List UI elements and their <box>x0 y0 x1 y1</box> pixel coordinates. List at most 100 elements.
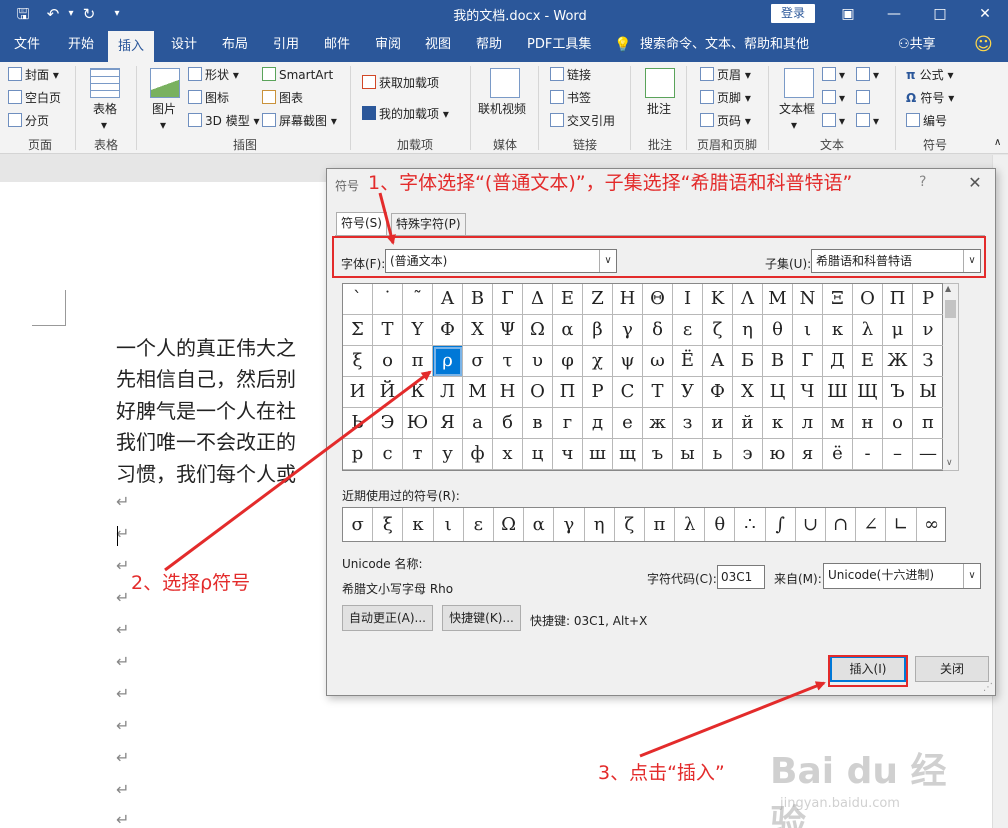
symbol-cell[interactable]: Ц <box>763 377 793 408</box>
icons-button[interactable]: 图标 <box>188 89 229 107</box>
share-button[interactable]: ⚇共享 <box>898 28 936 62</box>
symbol-cell[interactable]: Р <box>583 377 613 408</box>
recent-symbol-cell[interactable]: α <box>524 508 555 541</box>
customize-toolbar-icon[interactable]: ▾ <box>106 3 128 25</box>
symbol-cell[interactable]: ι <box>793 315 823 346</box>
numbering-button[interactable]: 编号 <box>906 112 947 130</box>
symbol-cell[interactable]: а <box>463 408 493 439</box>
symbol-cell[interactable]: ч <box>553 439 583 470</box>
link-button[interactable]: 链接 <box>550 66 591 84</box>
symbol-cell[interactable]: φ <box>553 346 583 377</box>
quick-parts-icon[interactable]: ▾ <box>822 66 845 84</box>
symbol-cell[interactable]: Ζ <box>583 284 613 315</box>
symbol-cell[interactable]: Ο <box>853 284 883 315</box>
symbol-cell[interactable]: Δ <box>523 284 553 315</box>
symbol-cell[interactable]: Ω <box>523 315 553 346</box>
symbol-cell[interactable]: τ <box>493 346 523 377</box>
blank-page-button[interactable]: 空白页 <box>8 89 61 107</box>
symbol-cell[interactable]: Ж <box>883 346 913 377</box>
symbol-cell[interactable]: χ <box>583 346 613 377</box>
symbol-cell[interactable]: ν <box>913 315 943 346</box>
symbol-cell[interactable]: м <box>823 408 853 439</box>
symbol-cell[interactable]: Ъ <box>883 377 913 408</box>
symbol-cell-selected[interactable]: ρ <box>433 346 463 377</box>
symbol-cell[interactable]: θ <box>763 315 793 346</box>
tab-symbols[interactable]: 符号(S) <box>336 212 387 236</box>
symbol-cell[interactable]: π <box>403 346 433 377</box>
table-dropdown-icon[interactable]: ▾ <box>101 116 107 134</box>
symbol-cell[interactable]: Т <box>643 377 673 408</box>
symbol-cell[interactable]: ˙ <box>373 284 403 315</box>
help-icon[interactable]: ? <box>919 174 926 190</box>
symbol-cell[interactable]: З <box>913 346 943 377</box>
recent-symbol-cell[interactable]: σ <box>343 508 374 541</box>
tab-pdf-tools[interactable]: PDF工具集 <box>527 28 591 62</box>
symbol-cell[interactable]: ъ <box>643 439 673 470</box>
symbol-cell[interactable]: Щ <box>853 377 883 408</box>
symbol-cell[interactable]: Я <box>433 408 463 439</box>
tab-special-characters[interactable]: 特殊字符(P) <box>391 213 466 235</box>
symbol-cell[interactable]: ε <box>673 315 703 346</box>
symbol-cell[interactable]: т <box>403 439 433 470</box>
recent-symbol-cell[interactable]: ∪ <box>796 508 826 541</box>
resize-grip-icon[interactable]: ⋰ <box>983 682 993 693</box>
symbol-cell[interactable]: Υ <box>403 315 433 346</box>
symbol-cell[interactable]: Γ <box>493 284 523 315</box>
picture-dropdown-icon[interactable]: ▾ <box>160 116 166 134</box>
symbol-cell[interactable]: ф <box>463 439 493 470</box>
cross-reference-button[interactable]: 交叉引用 <box>550 112 615 130</box>
recent-symbol-cell[interactable]: ι <box>434 508 464 541</box>
recent-symbol-cell[interactable]: ζ <box>615 508 645 541</box>
symbol-cell[interactable]: з <box>673 408 703 439</box>
recent-symbol-cell[interactable]: ∠ <box>856 508 887 541</box>
symbol-cell[interactable]: ˜ <box>403 284 433 315</box>
wordart-icon[interactable]: ▾ <box>822 89 845 107</box>
tab-help[interactable]: 帮助 <box>476 28 502 62</box>
symbol-cell[interactable]: Ф <box>703 377 733 408</box>
feedback-smiley-icon[interactable]: ☺ <box>974 28 993 62</box>
symbol-cell[interactable]: е <box>613 408 643 439</box>
symbol-cell[interactable]: о <box>883 408 913 439</box>
smartart-button[interactable]: SmartArt <box>262 66 333 84</box>
symbol-cell[interactable]: Β <box>463 284 493 315</box>
header-button[interactable]: 页眉 ▾ <box>700 66 751 84</box>
symbol-cell[interactable]: К <box>403 377 433 408</box>
symbol-cell[interactable]: ы <box>673 439 703 470</box>
symbol-cell[interactable]: ж <box>643 408 673 439</box>
recent-symbol-cell[interactable]: ∴ <box>735 508 766 541</box>
tab-home[interactable]: 开始 <box>68 28 94 62</box>
tab-references[interactable]: 引用 <box>273 28 299 62</box>
tab-file[interactable]: 文件 <box>14 28 40 62</box>
symbol-cell[interactable]: х <box>493 439 523 470</box>
redo-icon[interactable]: ↻ <box>78 3 100 25</box>
recent-symbol-cell[interactable]: λ <box>675 508 706 541</box>
date-time-icon[interactable] <box>856 89 873 107</box>
login-button[interactable]: 登录 <box>771 4 815 23</box>
symbol-cell[interactable]: Η <box>613 284 643 315</box>
symbol-cell[interactable]: Λ <box>733 284 763 315</box>
symbol-cell[interactable]: у <box>433 439 463 470</box>
recent-symbol-cell[interactable]: ξ <box>373 508 404 541</box>
textbox-dropdown-icon[interactable]: ▾ <box>791 116 797 134</box>
symbol-cell[interactable]: Ξ <box>823 284 853 315</box>
symbol-cell[interactable]: ξ <box>343 346 373 377</box>
from-select[interactable]: Unicode(十六进制) ∨ <box>823 563 981 589</box>
symbol-cell[interactable]: Ё <box>673 346 703 377</box>
symbol-cell[interactable]: Χ <box>463 315 493 346</box>
collapse-ribbon-icon[interactable]: ∧ <box>994 134 1001 152</box>
dialog-close-icon[interactable]: ✕ <box>963 171 987 195</box>
ribbon-display-options-icon[interactable]: ▣ <box>825 0 871 28</box>
symbol-cell[interactable]: Θ <box>643 284 673 315</box>
char-code-input[interactable]: 03C1 <box>717 565 765 589</box>
symbol-cell[interactable]: Ь <box>343 408 373 439</box>
recent-symbol-cell[interactable]: γ <box>554 508 585 541</box>
drop-cap-icon[interactable]: ▾ <box>822 112 845 130</box>
recent-symbol-cell[interactable]: ∩ <box>826 508 857 541</box>
symbol-cell[interactable]: д <box>583 408 613 439</box>
symbol-cell[interactable]: Κ <box>703 284 733 315</box>
save-icon[interactable]: 🖫 <box>12 3 34 25</box>
symbol-cell[interactable]: б <box>493 408 523 439</box>
symbol-cell[interactable]: к <box>763 408 793 439</box>
recent-symbol-cell[interactable]: η <box>585 508 615 541</box>
symbol-cell[interactable]: У <box>673 377 703 408</box>
